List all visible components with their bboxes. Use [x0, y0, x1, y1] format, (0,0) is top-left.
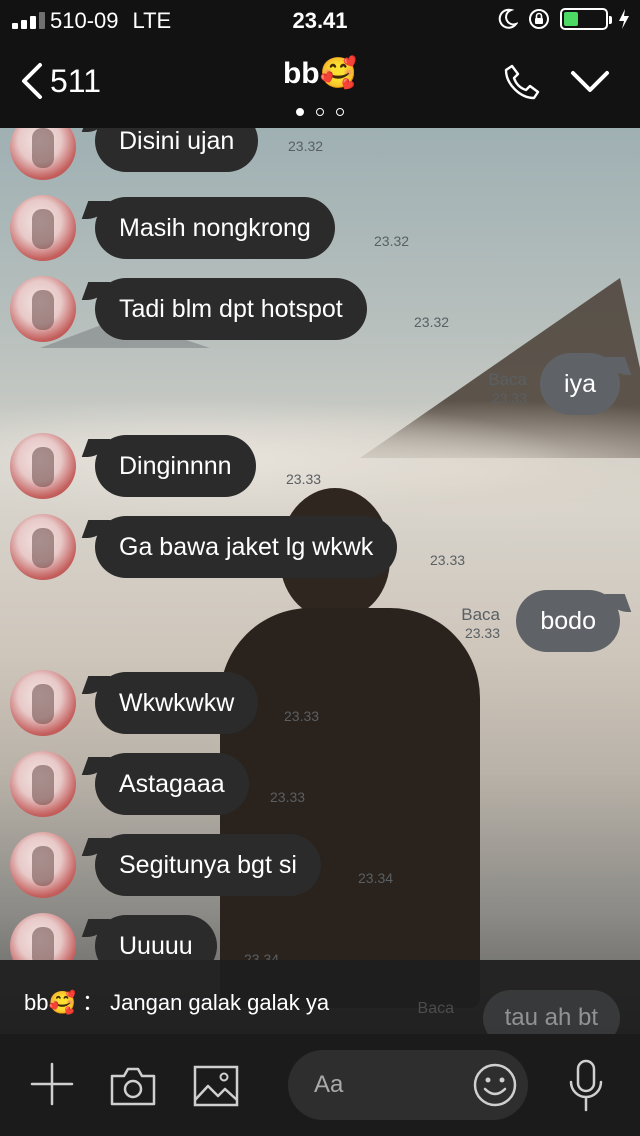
- charging-icon: [619, 9, 629, 29]
- message-input[interactable]: [314, 1068, 464, 1102]
- sent-message[interactable]: bodo: [516, 590, 620, 652]
- read-receipt: Baca 23.33: [488, 370, 527, 408]
- input-bar: [0, 1034, 640, 1136]
- received-message[interactable]: Ga bawa jaket lg wkwk: [95, 516, 398, 578]
- microphone-icon[interactable]: [566, 1058, 606, 1114]
- message-time: 23.34: [244, 951, 280, 960]
- read-label: Baca: [488, 370, 527, 389]
- image-icon[interactable]: [192, 1064, 240, 1108]
- message-time: 23.33: [284, 708, 320, 724]
- status-bar: 510-09 LTE 23.41: [0, 0, 640, 40]
- page-dot: [296, 108, 304, 116]
- message-row: Dinginnnn 23.33: [0, 433, 640, 503]
- preview-sender: bb🥰: [24, 990, 76, 1015]
- message-row: Wkwkwkw 23.33: [0, 670, 640, 740]
- phone-icon[interactable]: [502, 62, 542, 102]
- battery-icon: [560, 8, 612, 30]
- page-dot: [316, 108, 324, 116]
- camera-icon[interactable]: [108, 1064, 158, 1108]
- message-time: 23.32: [414, 314, 450, 330]
- avatar[interactable]: [10, 195, 76, 261]
- message-time: 23.33: [430, 552, 466, 568]
- message-time: 23.32: [374, 233, 410, 249]
- received-message[interactable]: Dinginnnn: [95, 435, 256, 497]
- chat-header: 511 bb🥰: [0, 40, 640, 128]
- message-row: Masih nongkrong 23.32: [0, 195, 640, 265]
- avatar[interactable]: [10, 751, 76, 817]
- chevron-down-icon[interactable]: [570, 70, 610, 94]
- preview-separator: ：: [82, 990, 105, 1015]
- page-indicator: [0, 108, 640, 116]
- message-list[interactable]: Disini ujan 23.32 Masih nongkrong 23.32 …: [0, 128, 640, 960]
- read-receipt: Baca: [417, 1000, 454, 1017]
- message-time: 23.32: [288, 138, 324, 154]
- message-time: 23.33: [286, 471, 322, 487]
- emoji-icon[interactable]: [472, 1062, 518, 1108]
- message-time: 23.33: [270, 789, 306, 805]
- avatar[interactable]: [10, 514, 76, 580]
- message-row: Disini ujan 23.32: [0, 128, 640, 184]
- plus-icon[interactable]: [28, 1060, 76, 1108]
- avatar[interactable]: [10, 276, 76, 342]
- avatar[interactable]: [10, 433, 76, 499]
- message-time: 23.33: [464, 625, 500, 641]
- received-message[interactable]: Disini ujan: [95, 128, 259, 172]
- message-time: 23.34: [358, 870, 394, 886]
- message-row: Astagaaa 23.33: [0, 751, 640, 821]
- chat-title[interactable]: bb🥰: [0, 56, 640, 91]
- message-preview-banner[interactable]: Baca tau ah bt bb🥰 ： Jangan galak galak …: [0, 960, 640, 1046]
- preview-text: bb🥰 ： Jangan galak galak ya: [24, 985, 329, 1017]
- avatar[interactable]: [10, 832, 76, 898]
- received-message[interactable]: Tadi blm dpt hotspot: [95, 278, 367, 340]
- moon-icon: [498, 8, 518, 29]
- avatar[interactable]: [10, 913, 76, 960]
- message-row: Baca 23.33 iya: [0, 353, 640, 423]
- received-message[interactable]: Masih nongkrong: [95, 197, 335, 259]
- message-row: Uuuuu 23.34: [0, 913, 640, 960]
- message-row: Segitunya bgt si 23.34: [0, 832, 640, 902]
- message-time: 23.33: [491, 390, 527, 406]
- received-message[interactable]: Astagaaa: [95, 753, 249, 815]
- preview-message: Jangan galak galak ya: [110, 990, 330, 1015]
- read-receipt: Baca 23.33: [461, 605, 500, 643]
- read-label: Baca: [461, 605, 500, 624]
- battery-fill: [564, 12, 578, 26]
- received-message[interactable]: Segitunya bgt si: [95, 834, 321, 896]
- rotation-lock-icon: [529, 9, 549, 29]
- message-row: Baca 23.33 bodo: [0, 590, 640, 660]
- page-dot: [336, 108, 344, 116]
- received-message[interactable]: Wkwkwkw: [95, 672, 259, 734]
- sent-message[interactable]: iya: [540, 353, 620, 415]
- message-input-field[interactable]: [288, 1050, 528, 1120]
- message-row: Ga bawa jaket lg wkwk 23.33: [0, 514, 640, 584]
- avatar[interactable]: [10, 670, 76, 736]
- received-message[interactable]: Uuuuu: [95, 915, 217, 960]
- message-row: Tadi blm dpt hotspot 23.32: [0, 276, 640, 346]
- avatar[interactable]: [10, 128, 76, 180]
